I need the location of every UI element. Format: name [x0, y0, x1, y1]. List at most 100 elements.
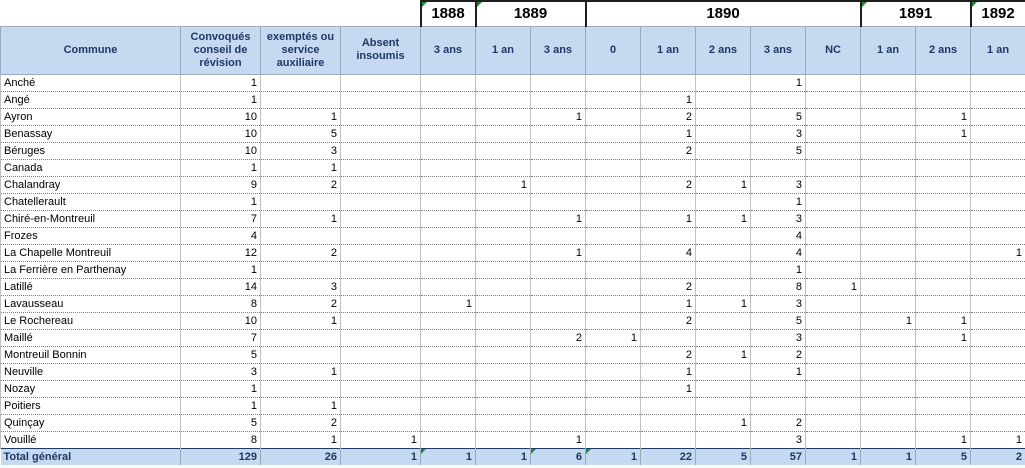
table-row: Benassay 10 5 1 3 1: [0, 125, 1025, 143]
value-cell: [970, 91, 1025, 109]
value-cell: [805, 142, 862, 160]
value-cell: [475, 380, 531, 398]
value-cell: [340, 329, 421, 347]
value-cell: 10: [180, 108, 261, 126]
value-cell: [530, 125, 586, 143]
value-cell: 3: [260, 278, 341, 296]
value-cell: [585, 210, 641, 228]
value-cell: [695, 91, 751, 109]
value-cell: [340, 176, 421, 194]
value-cell: [420, 142, 476, 160]
commune-cell: Béruges: [0, 142, 181, 160]
value-cell: [420, 176, 476, 194]
value-cell: [915, 295, 972, 313]
value-cell: 1: [695, 295, 751, 313]
value-cell: [970, 295, 1025, 313]
value-cell: [915, 346, 972, 364]
value-cell: [585, 295, 641, 313]
value-cell: [340, 193, 421, 211]
value-cell: [750, 397, 806, 415]
value-cell: 2: [260, 244, 341, 262]
value-cell: [420, 346, 476, 364]
column-header: 0: [585, 25, 641, 75]
value-cell: [260, 346, 341, 364]
value-cell: 1: [260, 108, 341, 126]
table-row: Angé 1 1: [0, 91, 1025, 109]
value-cell: 1: [180, 397, 261, 415]
value-cell: 1: [750, 261, 806, 279]
value-cell: [475, 244, 531, 262]
value-cell: [860, 108, 917, 126]
commune-cell: Vouillé: [0, 431, 181, 449]
value-cell: 1: [640, 363, 696, 381]
value-cell: 1: [260, 363, 341, 381]
table-row: Chatellerault 1 1: [0, 193, 1025, 211]
value-cell: [530, 261, 586, 279]
value-cell: [970, 125, 1025, 143]
table-row: Quinçay 5 2 1 2: [0, 414, 1025, 432]
commune-cell: Angé: [0, 91, 181, 109]
value-cell: [420, 431, 476, 449]
value-cell: 10: [180, 312, 261, 330]
total-cell: 22: [640, 447, 696, 465]
value-cell: [475, 261, 531, 279]
value-cell: 4: [750, 244, 806, 262]
value-cell: [585, 431, 641, 449]
value-cell: [695, 329, 751, 347]
value-cell: 1: [915, 125, 972, 143]
value-cell: [260, 261, 341, 279]
value-cell: [860, 329, 917, 347]
value-cell: [970, 108, 1025, 126]
value-cell: 1: [530, 210, 586, 228]
value-cell: [860, 227, 917, 245]
value-cell: 1: [915, 431, 972, 449]
commune-cell: Le Rochereau: [0, 312, 181, 330]
column-header: 3 ans: [750, 25, 806, 75]
value-cell: [420, 91, 476, 109]
value-cell: 3: [750, 295, 806, 313]
table-row: Anché 1 1: [0, 74, 1025, 92]
value-cell: [420, 193, 476, 211]
value-cell: 1: [970, 431, 1025, 449]
value-cell: [475, 329, 531, 347]
value-cell: [260, 91, 341, 109]
value-cell: [695, 142, 751, 160]
value-cell: [695, 227, 751, 245]
value-cell: [860, 261, 917, 279]
value-cell: [475, 193, 531, 211]
value-cell: [475, 397, 531, 415]
value-cell: 1: [640, 210, 696, 228]
value-cell: [585, 278, 641, 296]
value-cell: 7: [180, 210, 261, 228]
value-cell: 5: [750, 142, 806, 160]
value-cell: 1: [750, 363, 806, 381]
commune-cell: Anché: [0, 74, 181, 92]
value-cell: [585, 176, 641, 194]
column-header: 2 ans: [915, 25, 972, 75]
year-1888: 1888: [419, 0, 477, 26]
column-header: 3 ans: [530, 25, 586, 75]
value-cell: [640, 74, 696, 92]
total-cell: 26: [260, 447, 341, 465]
commune-cell: Frozes: [0, 227, 181, 245]
value-cell: [340, 397, 421, 415]
value-cell: 1: [260, 431, 341, 449]
commune-cell: Neuville: [0, 363, 181, 381]
value-cell: [475, 91, 531, 109]
value-cell: 1: [530, 244, 586, 262]
table-row: Frozes 4 4: [0, 227, 1025, 245]
value-cell: [585, 108, 641, 126]
value-cell: 1: [260, 210, 341, 228]
value-cell: [915, 397, 972, 415]
value-cell: [340, 261, 421, 279]
value-cell: [475, 74, 531, 92]
table-row: Chalandray 9 2 1 2 1 3: [0, 176, 1025, 194]
value-cell: [530, 159, 586, 177]
value-cell: 1: [750, 193, 806, 211]
value-cell: [915, 363, 972, 381]
value-cell: [915, 414, 972, 432]
value-cell: 3: [750, 176, 806, 194]
value-cell: [585, 244, 641, 262]
value-cell: 1: [420, 295, 476, 313]
total-cell: 1: [475, 447, 531, 465]
